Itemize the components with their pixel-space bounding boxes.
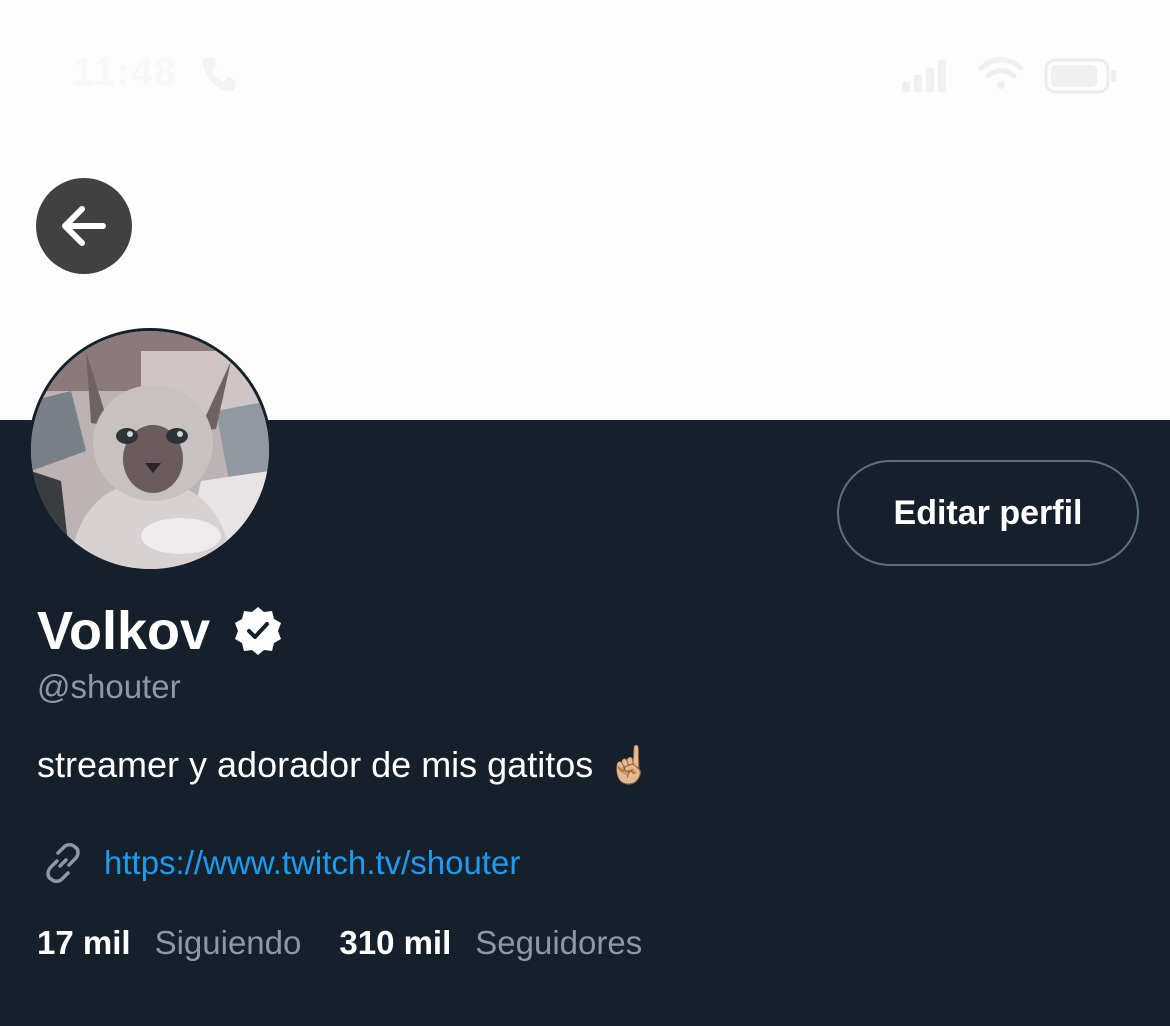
following-label: Siguiendo [154, 924, 302, 961]
status-time: 11:48 [72, 50, 178, 94]
link-icon [38, 838, 88, 888]
arrow-left-icon [62, 206, 106, 246]
follow-stats: 17 mil Siguiendo 310 mil Seguidores [37, 924, 642, 962]
following-count: 17 mil [37, 924, 131, 961]
handle: @shouter [37, 668, 181, 705]
followers-count: 310 mil [339, 924, 452, 961]
signal-icon [900, 58, 950, 97]
avatar[interactable] [28, 328, 272, 572]
bio-text: streamer y adorador de mis gatitos [37, 744, 594, 785]
back-button[interactable] [36, 178, 132, 274]
pointing-up-emoji: ☝🏼 [607, 744, 653, 785]
display-name-row: Volkov [37, 600, 284, 662]
followers-label: Seguidores [475, 924, 643, 961]
display-name: Volkov [37, 601, 211, 661]
wifi-icon [978, 56, 1024, 97]
website-link-row: https://www.twitch.tv/shouter [38, 838, 520, 888]
edit-profile-button[interactable]: Editar perfil [837, 460, 1139, 566]
bio: streamer y adorador de mis gatitos ☝🏼 [37, 744, 652, 786]
followers-stat[interactable]: 310 mil Seguidores [339, 924, 642, 962]
cat-photo [31, 331, 269, 569]
battery-icon [1044, 58, 1118, 99]
website-link[interactable]: https://www.twitch.tv/shouter [104, 844, 520, 882]
following-stat[interactable]: 17 mil Siguiendo [37, 924, 301, 962]
verified-badge-icon [232, 605, 284, 657]
phone-icon [200, 54, 236, 99]
status-bar: 11:48 [0, 40, 1170, 110]
